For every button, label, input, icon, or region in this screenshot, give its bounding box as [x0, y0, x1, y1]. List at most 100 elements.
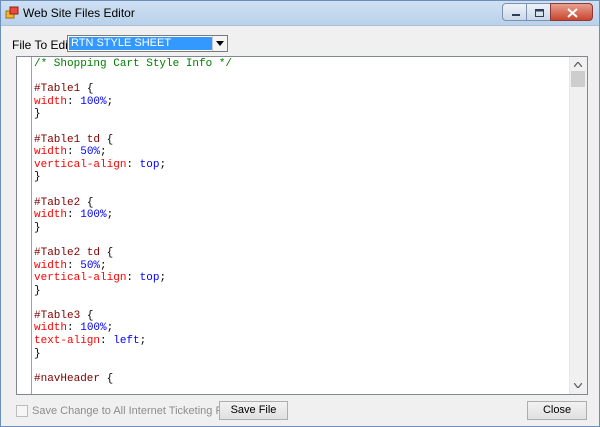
code-line: text-align: left;: [34, 335, 569, 348]
code-token-prop: vertical-align: [34, 272, 127, 285]
code-token-value: 100%: [80, 322, 107, 335]
code-token-prop: width: [34, 146, 68, 159]
code-token-punct: :: [67, 259, 81, 272]
code-token-value: left: [113, 335, 140, 348]
code-line: #Table1 td {: [34, 134, 569, 147]
code-token-value: 50%: [80, 146, 101, 159]
code-token-brace: }: [34, 284, 41, 297]
code-token-punct: ;: [106, 209, 114, 222]
vertical-scrollbar[interactable]: [569, 57, 587, 394]
save-all-pages-checkbox[interactable]: [16, 405, 28, 417]
code-token-value: 100%: [80, 209, 107, 222]
minimize-button[interactable]: [502, 3, 527, 21]
code-token-punct: :: [67, 146, 81, 159]
save-file-button[interactable]: Save File: [219, 401, 288, 420]
code-token-selector: #Table1 td: [34, 133, 107, 146]
code-token-prop: text-align: [34, 335, 101, 348]
code-token-prop: width: [34, 259, 68, 272]
file-to-edit-value: RTN STYLE SHEET: [69, 37, 212, 50]
window-title: Web Site Files Editor: [23, 6, 135, 20]
editor-gutter: [17, 57, 32, 394]
code-token-brace: }: [34, 108, 41, 121]
code-token-punct: :: [67, 95, 81, 108]
title-bar[interactable]: Web Site Files Editor: [1, 1, 599, 26]
maximize-button[interactable]: [526, 3, 551, 21]
code-editor[interactable]: /* Shopping Cart Style Info */ #Table1 {…: [16, 56, 588, 395]
chevron-down-icon: [216, 41, 224, 46]
code-line: vertical-align: top;: [34, 272, 569, 285]
code-line: width: 100%;: [34, 322, 569, 335]
code-line: }: [34, 108, 569, 121]
code-token-punct: :: [126, 158, 140, 171]
app-icon: [5, 6, 19, 20]
code-token-punct: ;: [100, 146, 107, 159]
chevron-down-icon: [574, 383, 582, 388]
code-token-comment: /* Shopping Cart Style Info */: [34, 58, 233, 70]
code-line: #Table1 {: [34, 83, 569, 96]
code-token-prop: width: [34, 322, 68, 335]
code-token-selector: #Table2: [34, 196, 87, 209]
code-token-selector: #navHeader: [34, 372, 107, 385]
code-token-value: top: [139, 272, 160, 285]
code-token-brace: {: [106, 372, 114, 385]
code-line: #Table3 {: [34, 310, 569, 323]
code-text-area[interactable]: /* Shopping Cart Style Info */ #Table1 {…: [34, 57, 569, 394]
code-line: width: 50%;: [34, 146, 569, 159]
code-token-prop: width: [34, 95, 68, 108]
dropdown-arrow-button[interactable]: [212, 36, 227, 51]
code-line: /* Shopping Cart Style Info */: [34, 58, 569, 71]
code-token-punct: ;: [106, 322, 114, 335]
editor-window: Web Site Files Editor File To Edit RTN S…: [0, 0, 600, 427]
code-token-punct: :: [100, 335, 114, 348]
code-token-prop: vertical-align: [34, 158, 127, 171]
code-token-prop: width: [34, 209, 68, 222]
code-token-brace: {: [106, 246, 114, 259]
code-line: }: [34, 222, 569, 235]
code-token-punct: :: [67, 209, 81, 222]
code-token-brace: {: [86, 83, 94, 96]
code-token-punct: ;: [159, 272, 167, 285]
code-line: width: 50%;: [34, 260, 569, 273]
code-token-brace: {: [86, 309, 94, 322]
code-token-value: top: [139, 158, 160, 171]
code-token-punct: :: [67, 322, 81, 335]
minimize-icon: [512, 14, 520, 16]
code-token-value: 50%: [80, 259, 101, 272]
code-line: #Table2 td {: [34, 247, 569, 260]
code-token-brace: }: [34, 347, 41, 360]
code-token-selector: #Table2 td: [34, 246, 107, 259]
file-to-edit-select[interactable]: RTN STYLE SHEET: [67, 35, 228, 52]
code-line: #Table2 {: [34, 197, 569, 210]
code-token-punct: ;: [106, 95, 114, 108]
code-token-brace: }: [34, 221, 41, 234]
chevron-up-icon: [574, 62, 582, 67]
code-token-punct: ;: [159, 158, 167, 171]
code-token-value: 100%: [80, 95, 107, 108]
code-line: vertical-align: top;: [34, 159, 569, 172]
code-line: width: 100%;: [34, 209, 569, 222]
code-line: }: [34, 348, 569, 361]
scroll-thumb[interactable]: [571, 71, 585, 87]
code-token-brace: }: [34, 171, 41, 184]
close-button[interactable]: Close: [527, 401, 587, 420]
code-token-brace: {: [86, 196, 94, 209]
maximize-icon: [535, 9, 544, 17]
close-window-button[interactable]: [550, 3, 593, 21]
code-token-selector: #Table3: [34, 309, 87, 322]
code-token-selector: #Table1: [34, 83, 87, 96]
save-all-pages-label: Save Change to All Internet Ticketing Pa…: [32, 405, 247, 417]
code-token-punct: :: [126, 272, 140, 285]
code-token-punct: ;: [100, 259, 107, 272]
code-token-brace: {: [106, 133, 114, 146]
code-line: width: 100%;: [34, 96, 569, 109]
code-line: #navHeader {: [34, 373, 569, 386]
scroll-down-button[interactable]: [570, 378, 587, 394]
file-to-edit-label: File To Edit: [12, 38, 72, 52]
code-line: }: [34, 285, 569, 298]
close-icon: [567, 8, 578, 18]
